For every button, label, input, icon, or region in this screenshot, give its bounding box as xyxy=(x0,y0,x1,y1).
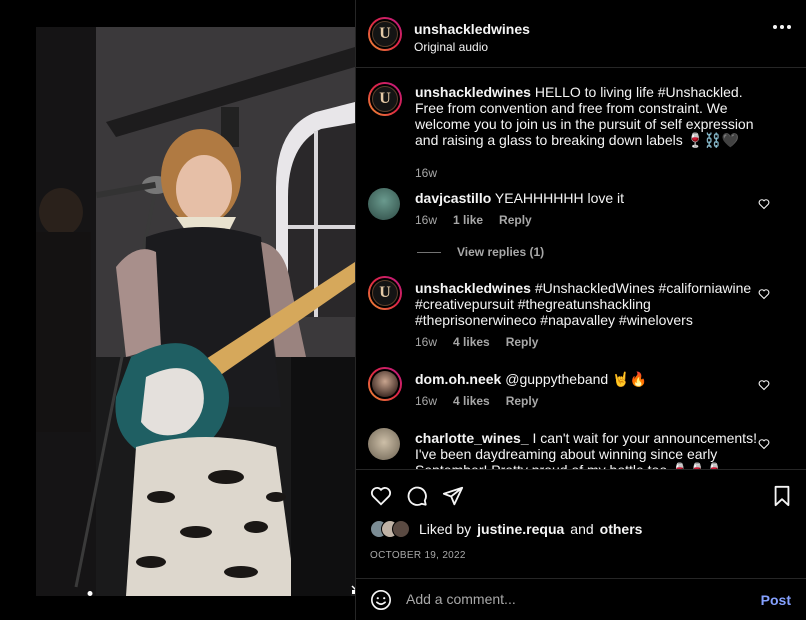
comment-meta: 16w 1 like Reply xyxy=(415,213,532,227)
comment-time[interactable]: 16w xyxy=(415,394,437,408)
dot-icon xyxy=(787,25,791,29)
caption-avatar[interactable]: U xyxy=(368,82,402,116)
comment-text: unshackledwines #UnshackledWines #califo… xyxy=(415,280,765,328)
comment-body: @guppytheband 🤘🔥 xyxy=(505,371,647,387)
video-frame xyxy=(36,27,355,596)
comment-text: dom.oh.neek @guppytheband 🤘🔥 xyxy=(415,371,765,387)
avatar xyxy=(392,520,410,538)
comment-body: YEAHHHHHH love it xyxy=(494,190,625,206)
post-header: U unshackledwines Original audio xyxy=(356,0,806,68)
heart-icon[interactable] xyxy=(758,198,770,210)
audio-label[interactable]: Original audio xyxy=(414,40,488,54)
comment-likes[interactable]: 1 like xyxy=(453,213,483,227)
comment-item: charlotte_wines_ I can't wait for your a… xyxy=(368,426,778,469)
caption-time[interactable]: 16w xyxy=(415,166,437,180)
media-pane xyxy=(0,0,355,620)
post-details-panel: U unshackledwines Original audio U unsha… xyxy=(355,0,806,620)
reply-button[interactable]: Reply xyxy=(499,213,532,227)
caption: U unshackledwines HELLO to living life #… xyxy=(368,82,778,180)
caption-username[interactable]: unshackledwines xyxy=(415,84,531,100)
emoji-icon[interactable] xyxy=(370,589,392,611)
view-replies-label: View replies (1) xyxy=(457,245,545,259)
comment-text: davjcastillo YEAHHHHHH love it xyxy=(415,190,765,206)
commenter-avatar[interactable] xyxy=(368,188,400,220)
commenter-avatar[interactable]: U xyxy=(368,276,402,310)
brand-logo: U xyxy=(372,86,398,112)
liked-by-user[interactable]: justine.requa xyxy=(477,521,564,537)
video-player[interactable] xyxy=(36,27,355,596)
comment-meta: 16w 4 likes Reply xyxy=(415,394,538,408)
comment-time[interactable]: 16w xyxy=(415,213,437,227)
post-date[interactable]: OCTOBER 19, 2022 xyxy=(370,550,466,561)
comment-item: davjcastillo YEAHHHHHH love it 16w 1 lik… xyxy=(368,186,778,227)
more-options-button[interactable] xyxy=(773,25,791,29)
liker-avatars xyxy=(370,520,410,538)
comment-username[interactable]: dom.oh.neek xyxy=(415,371,501,387)
brand-logo: U xyxy=(372,21,398,47)
comment-item: dom.oh.neek @guppytheband 🤘🔥 16w 4 likes… xyxy=(368,367,778,409)
comment-input[interactable] xyxy=(406,591,726,607)
comment-meta: 16w 4 likes Reply xyxy=(415,335,538,349)
paper-plane-icon[interactable] xyxy=(442,485,464,507)
heart-icon[interactable] xyxy=(758,288,770,300)
reply-button[interactable]: Reply xyxy=(506,394,539,408)
comment-icon[interactable] xyxy=(406,485,428,507)
author-avatar[interactable]: U xyxy=(368,17,402,51)
brand-logo: U xyxy=(372,280,398,306)
comment-text: charlotte_wines_ I can't wait for your a… xyxy=(415,430,765,469)
liked-by-label: Liked by xyxy=(419,521,472,537)
comment-likes[interactable]: 4 likes xyxy=(453,394,490,408)
comment-username[interactable]: charlotte_wines_ xyxy=(415,430,529,446)
dot-icon xyxy=(773,25,777,29)
reply-button[interactable]: Reply xyxy=(506,335,539,349)
comment-item: U unshackledwines #UnshackledWines #cali… xyxy=(368,276,778,352)
heart-icon[interactable] xyxy=(370,485,392,507)
likes-summary[interactable]: Liked by justine.requa and others xyxy=(370,520,642,538)
add-comment-bar: Post xyxy=(356,578,806,620)
likes-and: and xyxy=(570,521,594,537)
divider-line xyxy=(417,251,441,253)
comment-time[interactable]: 16w xyxy=(415,335,437,349)
author-username[interactable]: unshackledwines xyxy=(414,21,530,37)
commenter-avatar[interactable] xyxy=(368,428,400,460)
commenter-avatar[interactable] xyxy=(368,367,402,401)
heart-icon[interactable] xyxy=(758,379,770,391)
caption-text: unshackledwines HELLO to living life #Un… xyxy=(415,84,765,148)
dot-icon xyxy=(780,25,784,29)
user-icon xyxy=(87,591,93,596)
comments-list[interactable]: U unshackledwines HELLO to living life #… xyxy=(356,69,806,469)
post-comment-button[interactable]: Post xyxy=(761,592,791,608)
view-replies-button[interactable]: View replies (1) xyxy=(417,245,544,259)
bookmark-icon[interactable] xyxy=(771,485,793,507)
comment-username[interactable]: unshackledwines xyxy=(415,280,531,296)
liked-by-others[interactable]: others xyxy=(600,521,643,537)
comment-username[interactable]: davjcastillo xyxy=(415,190,491,206)
caption-meta: 16w xyxy=(415,166,437,180)
comment-likes[interactable]: 4 likes xyxy=(453,335,490,349)
heart-icon[interactable] xyxy=(758,438,770,450)
post-actions: Liked by justine.requa and others OCTOBE… xyxy=(356,469,806,569)
